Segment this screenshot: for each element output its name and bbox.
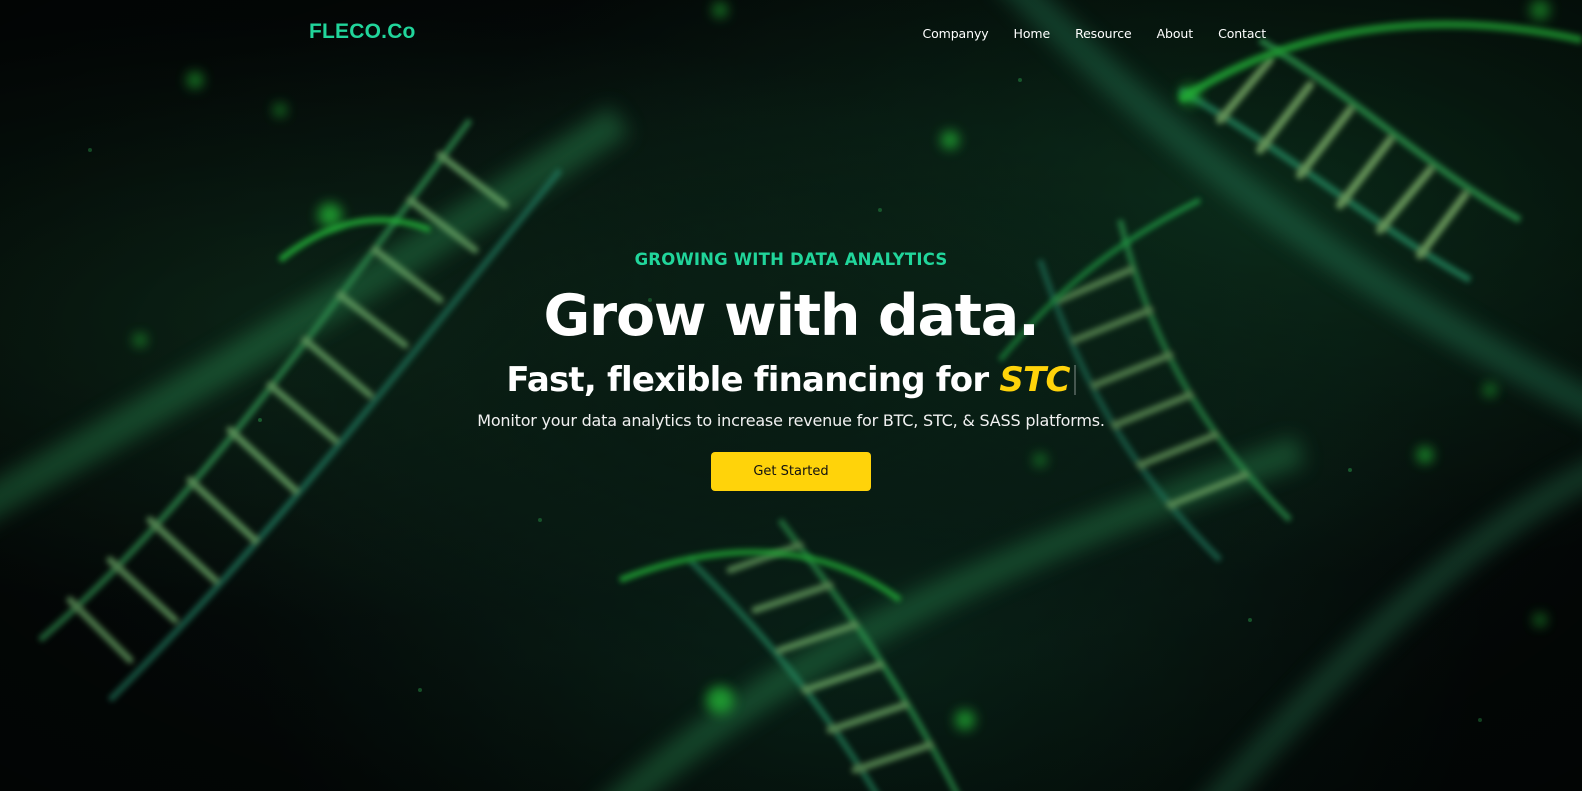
nav-link-about[interactable]: About bbox=[1157, 26, 1194, 41]
brand-logo[interactable]: FLECO.Co bbox=[309, 20, 416, 44]
hero-eyebrow: GROWING WITH DATA ANALYTICS bbox=[634, 250, 948, 269]
get-started-button[interactable]: Get Started bbox=[711, 452, 871, 492]
nav-link-home[interactable]: Home bbox=[1014, 26, 1051, 41]
typing-cursor bbox=[1073, 364, 1076, 395]
hero-description: Monitor your data analytics to increase … bbox=[477, 411, 1105, 431]
nav-link-contact[interactable]: Contact bbox=[1218, 26, 1266, 41]
hero-subhead: Fast, flexible financing for STC bbox=[0, 359, 1582, 400]
nav-link-companyy[interactable]: Companyy bbox=[922, 26, 988, 41]
nav-link-resource[interactable]: Resource bbox=[1075, 26, 1132, 41]
nav-links: Companyy Home Resource About Contact bbox=[922, 26, 1266, 41]
hero-section: GROWING WITH DATA ANALYTICS Grow with da… bbox=[0, 250, 1582, 492]
subhead-highlight: STC bbox=[999, 359, 1070, 400]
subhead-prefix: Fast, flexible financing for bbox=[506, 359, 1000, 400]
hero-headline: Grow with data. bbox=[543, 283, 1039, 349]
navbar: FLECO.Co Companyy Home Resource About Co… bbox=[0, 0, 1582, 68]
